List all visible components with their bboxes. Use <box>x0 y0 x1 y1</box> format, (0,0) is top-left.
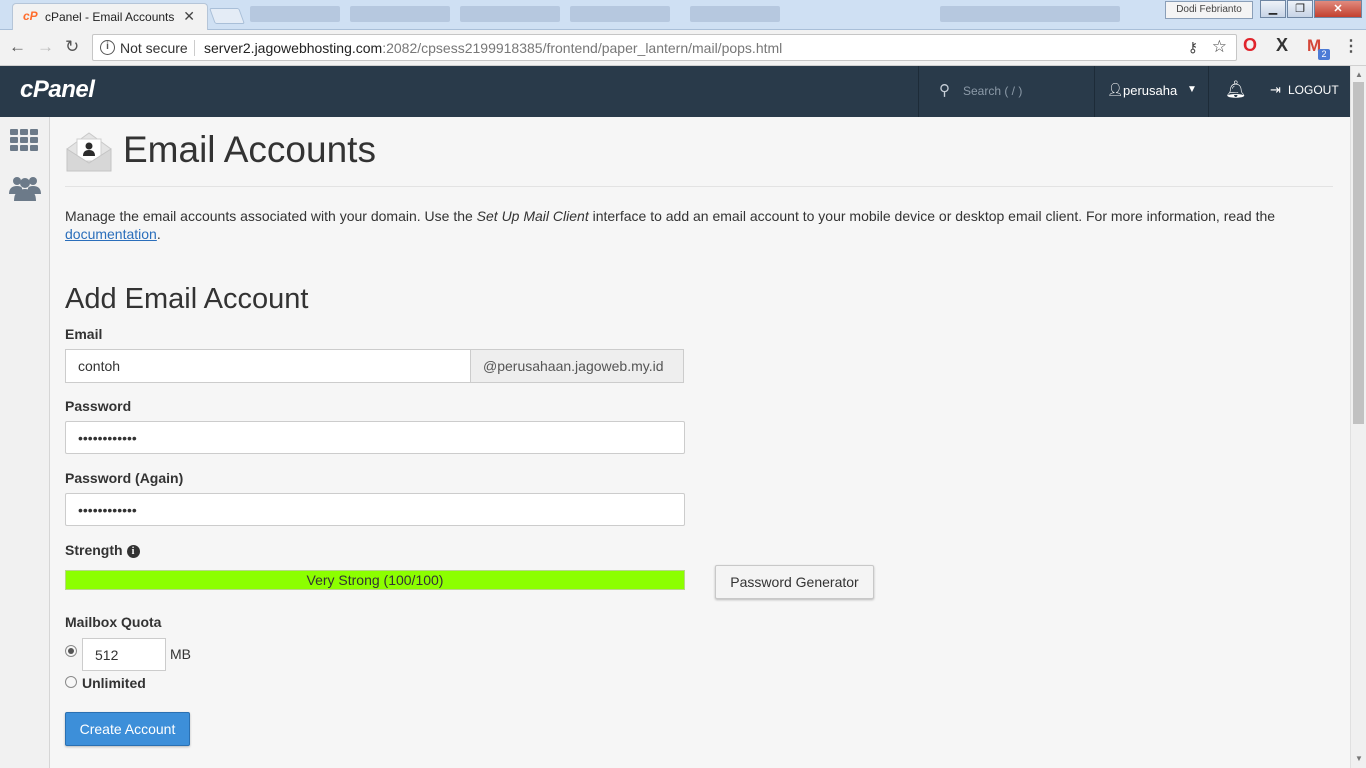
email-accounts-icon <box>66 132 112 172</box>
quota-limited-radio[interactable] <box>65 645 77 657</box>
background-window-ghost <box>350 6 450 22</box>
bookmark-star-icon[interactable]: ☆ <box>1212 37 1227 57</box>
forward-arrow-icon[interactable]: → <box>37 37 54 57</box>
opera-extension-icon[interactable]: O <box>1243 35 1257 56</box>
reload-icon[interactable]: ↻ <box>65 37 79 57</box>
user-menu[interactable]: 👤︎ perusaha ▼ <box>1094 66 1208 117</box>
email-domain-addon: @perusahaan.jagoweb.my.id <box>470 349 684 383</box>
main-content: Email Accounts Manage the email accounts… <box>51 117 1350 768</box>
window-user-label: Dodi Febrianto <box>1165 1 1253 19</box>
unlimited-label[interactable]: Unlimited <box>82 675 146 691</box>
url-text[interactable]: server2.jagowebhosting.com:2082/cpsess21… <box>204 40 782 56</box>
grid-apps-icon[interactable] <box>10 129 39 153</box>
email-label: Email <box>65 326 103 342</box>
divider <box>194 40 195 56</box>
scroll-thumb[interactable] <box>1353 82 1364 424</box>
x-extension-icon[interactable]: X <box>1276 35 1288 56</box>
tab-close-icon[interactable]: ✕ <box>183 8 195 25</box>
intro-text-part: interface to add an email account to you… <box>588 208 1276 224</box>
background-window-ghost <box>570 6 670 22</box>
strength-label: Strength i <box>65 542 140 558</box>
mailbox-quota-label: Mailbox Quota <box>65 614 162 630</box>
email-field[interactable] <box>65 349 471 383</box>
left-sidebar <box>0 117 50 768</box>
background-window-ghost <box>460 6 560 22</box>
user-icon: 👤︎ <box>1107 82 1124 97</box>
background-window-ghost <box>690 6 780 22</box>
background-window-ghost <box>250 6 340 22</box>
info-icon[interactable]: i <box>100 40 115 55</box>
quota-unlimited-radio[interactable] <box>65 676 77 688</box>
quota-input[interactable] <box>82 638 166 671</box>
bell-icon: 🔔︎ <box>1225 80 1247 99</box>
intro-text-part: Manage the email accounts associated wit… <box>65 208 477 224</box>
password-strength-meter: Very Strong (100/100) <box>65 570 685 590</box>
password-generator-button[interactable]: Password Generator <box>715 565 874 599</box>
header-search: ⚲ <box>918 66 1094 117</box>
password-again-label: Password (Again) <box>65 470 184 486</box>
info-circle-icon[interactable]: i <box>126 545 140 558</box>
documentation-link[interactable]: documentation <box>65 226 157 242</box>
notifications-button[interactable]: 🔔︎ <box>1208 66 1260 117</box>
address-bar[interactable]: i Not secure server2.jagowebhosting.com:… <box>92 34 1237 61</box>
new-tab-button[interactable] <box>209 8 245 24</box>
browser-toolbar: ← → ↻ i Not secure server2.jagowebhostin… <box>0 30 1366 66</box>
gmail-badge: 2 <box>1318 49 1330 60</box>
tab-title: cPanel - Email Accounts <box>45 10 175 24</box>
menu-dots-icon[interactable]: ⋮ <box>1343 36 1359 56</box>
username-label: perusaha <box>1123 83 1178 98</box>
maximize-icon[interactable]: ❐ <box>1287 0 1313 18</box>
close-window-icon[interactable]: ✕ <box>1314 0 1362 18</box>
minimize-icon[interactable]: ▁ <box>1260 0 1286 18</box>
page-title: Email Accounts <box>123 129 376 170</box>
logout-button[interactable]: ⇥ LOGOUT <box>1260 66 1350 117</box>
caret-down-icon: ▼ <box>1187 84 1197 95</box>
quota-unit: MB <box>170 646 191 662</box>
key-icon[interactable]: ⚷ <box>1188 39 1198 56</box>
scroll-down-icon[interactable]: ▼ <box>1355 754 1363 763</box>
cpanel-favicon-icon: cP <box>23 9 38 23</box>
title-divider <box>65 186 1333 187</box>
background-window-ghost <box>940 6 1120 22</box>
logout-icon: ⇥ <box>1270 82 1281 97</box>
search-input[interactable] <box>963 81 1083 101</box>
password-again-field[interactable] <box>65 493 685 526</box>
cpanel-logo[interactable]: cPanel <box>20 76 95 104</box>
strength-label-text: Strength <box>65 542 123 558</box>
url-path: :2082/cpsess2199918385/frontend/paper_la… <box>382 40 783 56</box>
intro-text-end: . <box>156 226 161 242</box>
users-icon[interactable] <box>9 172 41 202</box>
scroll-up-icon[interactable]: ▲ <box>1355 70 1363 79</box>
page-scrollbar[interactable]: ▲ ▼ <box>1350 66 1366 768</box>
browser-tab[interactable]: cP cPanel - Email Accounts ✕ <box>12 3 208 30</box>
set-up-mail-client-text: Set Up Mail Client <box>476 208 589 224</box>
security-label[interactable]: Not secure <box>120 40 188 56</box>
cpanel-header: cPanel ⚲ 👤︎ perusaha ▼ 🔔︎ ⇥ LOGOUT <box>0 66 1350 117</box>
intro-text: Manage the email accounts associated wit… <box>65 207 1340 243</box>
browser-tab-bar: cP cPanel - Email Accounts ✕ Dodi Febria… <box>0 0 1366 30</box>
password-field[interactable] <box>65 421 685 454</box>
back-arrow-icon[interactable]: ← <box>9 37 26 57</box>
password-label: Password <box>65 398 132 414</box>
logout-label: LOGOUT <box>1288 83 1339 97</box>
url-host: server2.jagowebhosting.com <box>204 40 383 56</box>
create-account-button[interactable]: Create Account <box>65 712 190 746</box>
add-email-account-heading: Add Email Account <box>65 283 309 315</box>
search-icon: ⚲ <box>939 82 950 99</box>
